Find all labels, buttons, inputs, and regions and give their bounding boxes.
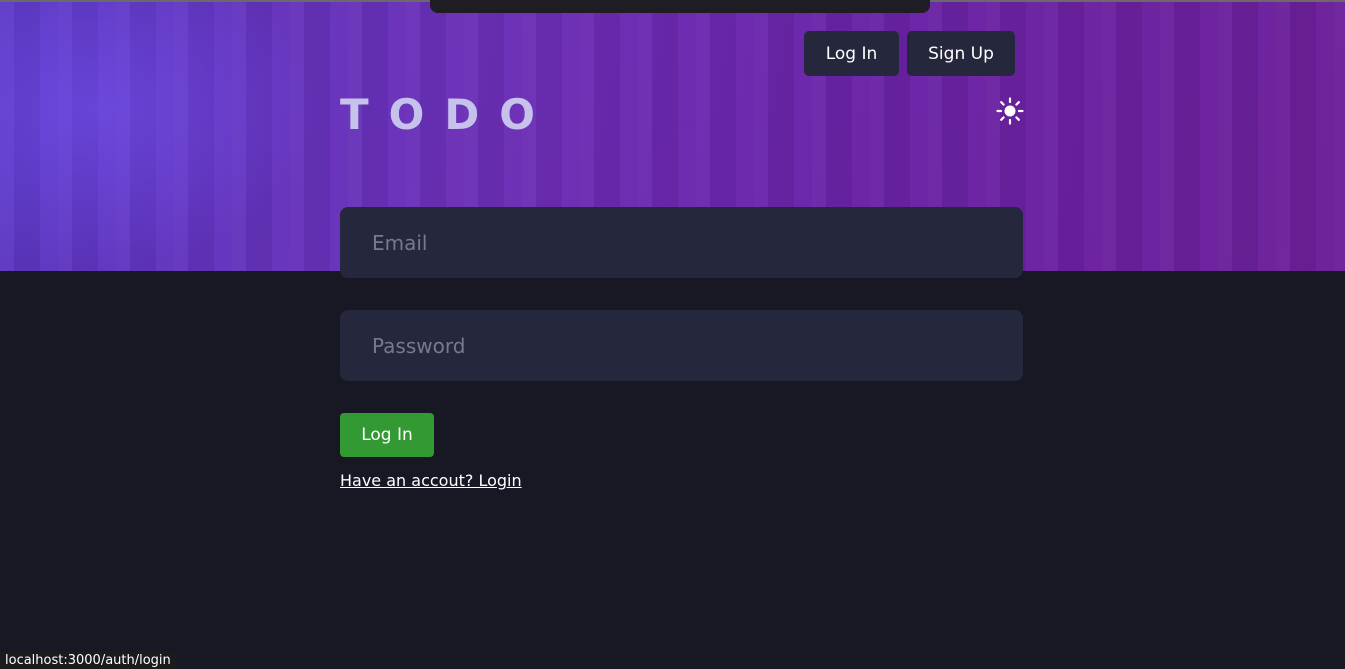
switch-auth-link[interactable]: Have an accout? Login (340, 471, 522, 490)
nav-login-button[interactable]: Log In (804, 31, 899, 76)
password-field[interactable] (340, 310, 1023, 381)
email-field[interactable] (340, 207, 1023, 278)
status-bar-url: localhost:3000/auth/login (0, 651, 176, 669)
top-dark-bar (430, 0, 930, 13)
sun-icon (996, 97, 1024, 125)
app-logo: TODO (340, 90, 555, 139)
theme-toggle-button[interactable] (995, 96, 1025, 126)
login-submit-button[interactable]: Log In (340, 413, 434, 457)
page: Log In Sign Up TODO Log In Have an accou… (0, 0, 1345, 669)
background-glow (0, 0, 320, 271)
nav-signup-button[interactable]: Sign Up (907, 31, 1015, 76)
